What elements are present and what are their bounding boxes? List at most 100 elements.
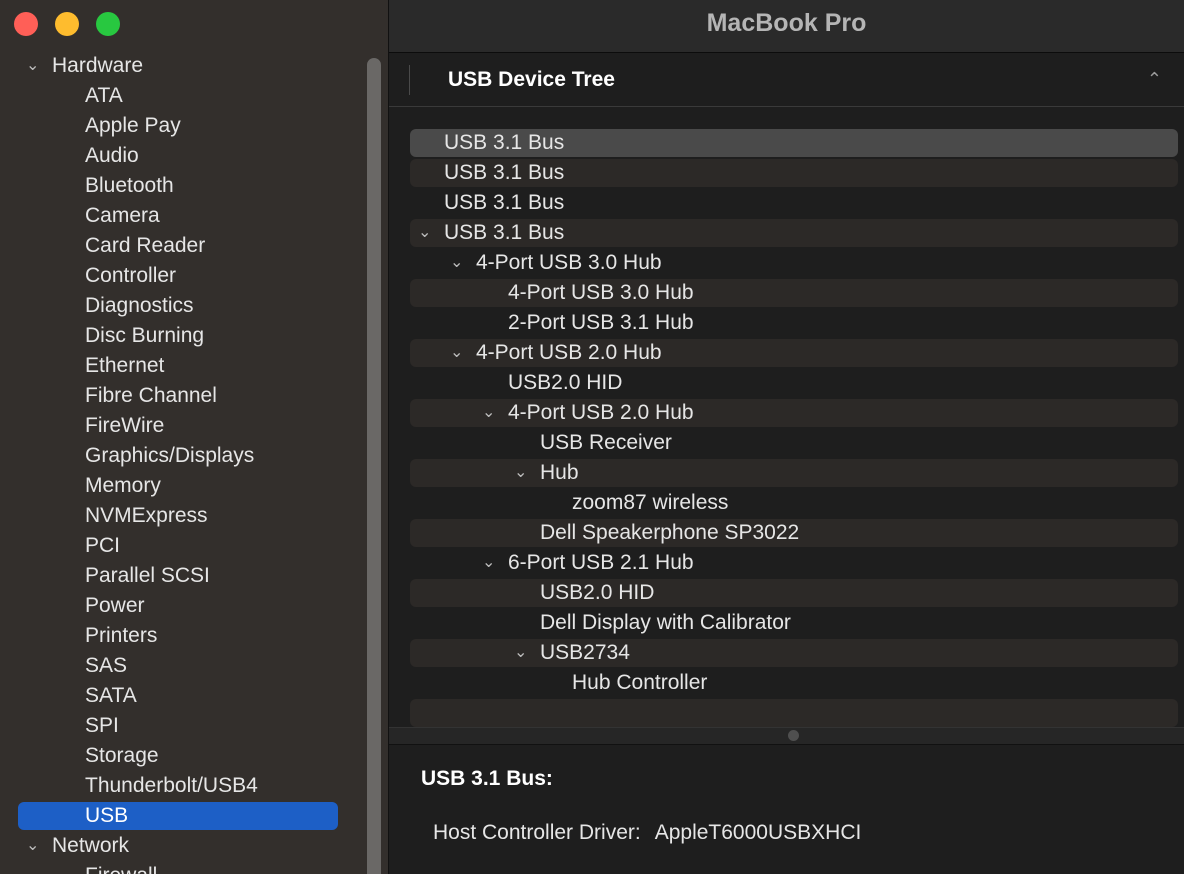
chevron-down-icon[interactable]: ⌄	[450, 248, 463, 278]
sidebar-item-apple-pay[interactable]: Apple Pay	[0, 111, 388, 141]
tree-row-usb-receiver[interactable]: USB Receiver	[389, 428, 1184, 458]
sidebar-item-sas[interactable]: SAS	[0, 651, 388, 681]
chevron-down-icon[interactable]: ⌄	[482, 548, 495, 578]
tree-row-zoom87-wireless[interactable]: zoom87 wireless	[389, 488, 1184, 518]
sidebar-item-label: SATA	[85, 684, 137, 707]
row-background	[410, 669, 1178, 697]
sidebar-item-printers[interactable]: Printers	[0, 621, 388, 651]
sidebar-item-ata[interactable]: ATA	[0, 81, 388, 111]
chevron-down-icon[interactable]: ⌄	[26, 831, 39, 861]
split-view-divider[interactable]	[389, 727, 1184, 745]
tree-row-label: USB2.0 HID	[540, 581, 655, 604]
column-header[interactable]: USB Device Tree ⌃	[389, 53, 1184, 107]
tree-row-dell-speakerphone-sp3022[interactable]: Dell Speakerphone SP3022	[389, 518, 1184, 548]
sidebar-section-label: Network	[52, 834, 130, 857]
sidebar-item-label: Bluetooth	[85, 174, 174, 197]
zoom-button[interactable]	[96, 12, 120, 36]
sidebar-item-label: Ethernet	[85, 354, 165, 377]
sidebar-section-network[interactable]: ⌄ Network	[0, 831, 388, 861]
row-background	[410, 489, 1178, 517]
sidebar-item-firewire[interactable]: FireWire	[0, 411, 388, 441]
sidebar-item-nvmexpress[interactable]: NVMExpress	[0, 501, 388, 531]
sidebar-item-bluetooth[interactable]: Bluetooth	[0, 171, 388, 201]
tree-row-4-port-usb-2-0-hub[interactable]: ⌄ 4-Port USB 2.0 Hub	[389, 338, 1184, 368]
tree-row-label: 2-Port USB 3.1 Hub	[508, 311, 694, 334]
tree-row-label: 6-Port USB 2.1 Hub	[508, 551, 694, 574]
tree-row-usb2-0-hid[interactable]: USB2.0 HID	[389, 368, 1184, 398]
column-header-title: USB Device Tree	[448, 68, 615, 91]
tree-row-label: USB 3.1 Bus	[444, 161, 565, 184]
sidebar-item-power[interactable]: Power	[0, 591, 388, 621]
tree-row-4-port-usb-2-0-hub[interactable]: ⌄ 4-Port USB 2.0 Hub	[389, 398, 1184, 428]
tree-row-label: USB 3.1 Bus	[444, 131, 565, 154]
sidebar-item-storage[interactable]: Storage	[0, 741, 388, 771]
sidebar-item-thunderbolt-usb4[interactable]: Thunderbolt/USB4	[0, 771, 388, 801]
sidebar-item-label: Disc Burning	[85, 324, 205, 347]
tree-row-usb2734[interactable]: ⌄ USB2734	[389, 638, 1184, 668]
tree-row-hub[interactable]: ⌄ Hub	[389, 458, 1184, 488]
tree-row-usb-3-1-bus[interactable]: USB 3.1 Bus	[389, 128, 1184, 158]
tree-row-usb-3-1-bus[interactable]: USB 3.1 Bus	[389, 188, 1184, 218]
sidebar-item-label: Diagnostics	[85, 294, 194, 317]
row-background	[410, 579, 1178, 607]
tree-row-label: 4-Port USB 3.0 Hub	[508, 281, 694, 304]
sidebar-item-memory[interactable]: Memory	[0, 471, 388, 501]
sidebar-item-card-reader[interactable]: Card Reader	[0, 231, 388, 261]
main-panel: MacBook Pro USB Device Tree ⌃ USB 3.1 Bu…	[389, 0, 1184, 874]
chevron-down-icon[interactable]: ⌄	[26, 51, 39, 81]
sidebar-item-diagnostics[interactable]: Diagnostics	[0, 291, 388, 321]
sidebar-item-sata[interactable]: SATA	[0, 681, 388, 711]
tree-row-usb-3-1-bus[interactable]: USB 3.1 Bus	[389, 158, 1184, 188]
sidebar-item-label: Apple Pay	[85, 114, 181, 137]
tree-row-label: zoom87 wireless	[572, 491, 729, 514]
sidebar-section-label: Hardware	[52, 54, 144, 77]
chevron-down-icon[interactable]: ⌄	[514, 458, 527, 488]
minimize-button[interactable]	[55, 12, 79, 36]
sidebar-item-label: PCI	[85, 534, 121, 557]
window-controls	[14, 12, 120, 36]
tree-row-4-port-usb-3-0-hub[interactable]: ⌄ 4-Port USB 3.0 Hub	[389, 248, 1184, 278]
tree-row-4-port-usb-3-0-hub[interactable]: 4-Port USB 3.0 Hub	[389, 278, 1184, 308]
sidebar-section-hardware[interactable]: ⌄ Hardware	[0, 51, 388, 81]
tree-row-usb2-0-hid[interactable]: USB2.0 HID	[389, 578, 1184, 608]
tree-row-label: Dell Speakerphone SP3022	[540, 521, 800, 544]
sidebar-item-usb[interactable]: USB	[0, 801, 388, 831]
sidebar-item-firewall[interactable]: Firewall	[0, 861, 388, 874]
tree-row-label: USB Receiver	[540, 431, 672, 454]
close-button[interactable]	[14, 12, 38, 36]
sidebar-item-label: Printers	[85, 624, 158, 647]
sidebar-item-spi[interactable]: SPI	[0, 711, 388, 741]
sidebar-item-ethernet[interactable]: Ethernet	[0, 351, 388, 381]
sidebar-item-pci[interactable]: PCI	[0, 531, 388, 561]
row-background	[410, 699, 1178, 727]
sidebar-item-graphics-displays[interactable]: Graphics/Displays	[0, 441, 388, 471]
tree-row-2-port-usb-3-1-hub[interactable]: 2-Port USB 3.1 Hub	[389, 308, 1184, 338]
tree-row-usb-3-1-bus[interactable]: ⌄ USB 3.1 Bus	[389, 218, 1184, 248]
sidebar-item-controller[interactable]: Controller	[0, 261, 388, 291]
sidebar-item-label: Card Reader	[85, 234, 206, 257]
tree-row-label: USB2734	[540, 641, 630, 664]
chevron-down-icon[interactable]: ⌄	[418, 218, 431, 248]
chevron-down-icon[interactable]: ⌄	[482, 398, 495, 428]
chevron-up-icon[interactable]: ⌃	[1147, 69, 1162, 90]
tree-row-label: USB 3.1 Bus	[444, 221, 565, 244]
column-divider	[409, 65, 410, 95]
sidebar-item-label: Camera	[85, 204, 160, 227]
tree-row-6-port-usb-2-1-hub[interactable]: ⌄ 6-Port USB 2.1 Hub	[389, 548, 1184, 578]
system-information-window: ⌄ Hardware ATA Apple Pay Audio Bluetooth Camer…	[0, 0, 1184, 874]
sidebar-item-parallel-scsi[interactable]: Parallel SCSI	[0, 561, 388, 591]
tree-row-label: Hub	[540, 461, 579, 484]
sidebar-item-label: Graphics/Displays	[85, 444, 255, 467]
sidebar-item-disc-burning[interactable]: Disc Burning	[0, 321, 388, 351]
sidebar-item-audio[interactable]: Audio	[0, 141, 388, 171]
chevron-down-icon[interactable]: ⌄	[514, 638, 527, 668]
sidebar-item-fibre-channel[interactable]: Fibre Channel	[0, 381, 388, 411]
splitter-handle[interactable]	[788, 730, 799, 741]
sidebar-item-label: Audio	[85, 144, 139, 167]
tree-row-hub-controller[interactable]: Hub Controller	[389, 668, 1184, 698]
sidebar-scrollbar[interactable]	[367, 58, 381, 874]
sidebar-item-camera[interactable]: Camera	[0, 201, 388, 231]
chevron-down-icon[interactable]: ⌄	[450, 338, 463, 368]
tree-row-dell-display-with-calibrator[interactable]: Dell Display with Calibrator	[389, 608, 1184, 638]
sidebar-item-label: NVMExpress	[85, 504, 208, 527]
